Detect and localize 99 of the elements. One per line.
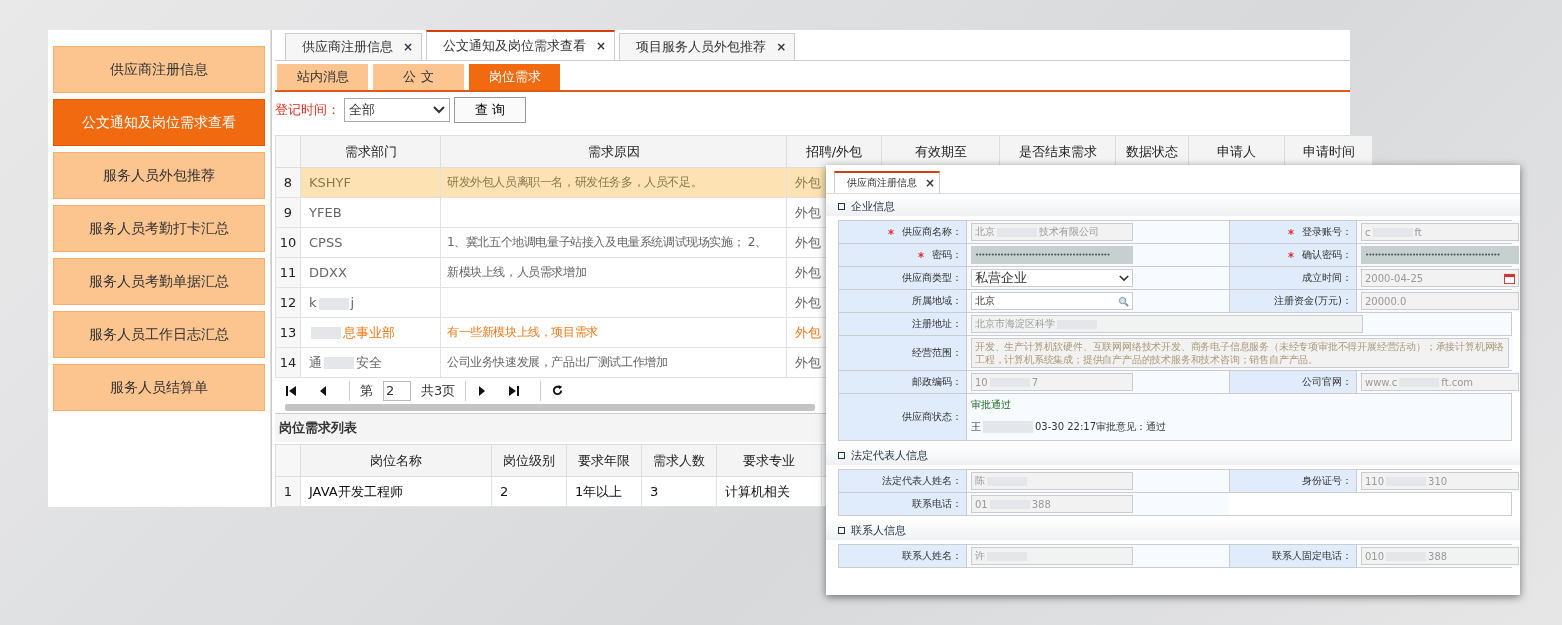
row-number: 11 [275, 257, 301, 288]
field-label: 确认密码： [1302, 248, 1352, 262]
query-button[interactable]: 查 询 [454, 97, 526, 124]
table-cell: 有一些新模块上线，项目需求 [440, 317, 787, 348]
table-cell: 新模块上线，人员需求增加 [440, 257, 787, 288]
field-label: 联系人姓名： [902, 549, 962, 563]
field-label: 供应商状态： [902, 410, 962, 424]
field-label: 邮政编码： [912, 375, 962, 389]
field-label: 供应商名称： [902, 225, 962, 239]
tab[interactable]: 项目服务人员外包推荐 × [619, 33, 796, 60]
table-cell: 通 安全 [300, 347, 441, 378]
close-icon[interactable]: × [925, 176, 936, 190]
page-input[interactable]: 2 [383, 380, 411, 401]
table-cell: 公司业务快速发展，产品出厂测试工作增加 [440, 347, 787, 378]
filter-label: 登记时间： [275, 101, 340, 120]
field-label: 注册资金(万元)： [1274, 294, 1352, 308]
refresh-icon[interactable] [551, 384, 565, 398]
search-icon[interactable] [1118, 295, 1129, 307]
table-cell: JAVA开发工程师 [300, 476, 492, 507]
page-total: 共3页 [421, 381, 456, 400]
row-number: 8 [275, 167, 301, 198]
section-title: 联系人信息 [851, 522, 906, 538]
column-header: 要求专业 [716, 444, 822, 477]
column-header: 需求原因 [440, 135, 787, 168]
sidebar-item[interactable]: 服务人员考勤打卡汇总 [53, 205, 265, 252]
field-label: 成立时间： [1302, 271, 1352, 285]
column-header: 招聘/外包 [786, 135, 882, 168]
page-label: 第 [360, 381, 373, 400]
close-icon[interactable]: × [596, 39, 607, 53]
column-header: 有效期至 [881, 135, 1000, 168]
required-icon [888, 229, 894, 235]
field-label: 登录账号： [1302, 225, 1352, 239]
sub-tab[interactable]: 站内消息 [277, 64, 368, 90]
field-label: 公司官网： [1302, 375, 1352, 389]
column-header: 需求部门 [300, 135, 441, 168]
chevron-down-icon [1119, 274, 1129, 282]
column-header: 数据状态 [1115, 135, 1189, 168]
sidebar-item[interactable]: 供应商注册信息 [53, 46, 265, 93]
tab[interactable]: 公文通知及岗位需求查看 × [426, 30, 616, 60]
field-label: 供应商类型： [902, 271, 962, 285]
column-header: 要求年限 [566, 444, 642, 477]
column-header: 是否结束需求 [999, 135, 1116, 168]
input-field[interactable]: 北京 [971, 292, 1133, 310]
square-bullet-icon [838, 451, 845, 459]
table-cell: 计算机相关 [716, 476, 822, 507]
field-label: 联系电话： [912, 497, 962, 511]
square-bullet-icon [838, 202, 845, 210]
table-cell: 3 [641, 476, 717, 507]
input-field[interactable]: 私营企业 [971, 269, 1133, 287]
field-label: 联系人固定电话： [1272, 549, 1352, 563]
field-label: 经营范围： [912, 346, 962, 360]
table-cell: 研发外包人员离职一名，研发任务多，人员不足。 [440, 167, 787, 198]
table-cell: KSHYF [300, 167, 441, 198]
table-cell: YFEB [300, 197, 441, 228]
column-header: 需求人数 [641, 444, 717, 477]
sidebar-item[interactable]: 服务人员结算单 [53, 364, 265, 411]
required-icon [918, 252, 924, 258]
chevron-down-icon [433, 106, 445, 115]
field-label: 身份证号： [1302, 474, 1352, 488]
close-icon[interactable]: × [403, 40, 414, 54]
tab[interactable]: 供应商注册信息 × [834, 171, 941, 193]
table-cell: CPSS [300, 227, 441, 258]
table-cell: 1、冀北五个地调电量子站接入及电量系统调试现场实施； 2、 [440, 227, 787, 258]
close-icon[interactable]: × [776, 40, 787, 54]
scrollbar[interactable] [285, 403, 815, 412]
required-icon [1288, 229, 1294, 235]
table-cell: DDXX [300, 257, 441, 288]
column-header: 申请时间 [1284, 135, 1373, 168]
field-label: 密码： [932, 248, 962, 262]
row-number: 10 [275, 227, 301, 258]
field-label: 法定代表人姓名： [882, 474, 962, 488]
sidebar-item[interactable]: 服务人员外包推荐 [53, 152, 265, 199]
tab[interactable]: 供应商注册信息 × [285, 33, 423, 60]
row-number: 14 [275, 347, 301, 378]
field-label: 所属地域： [912, 294, 962, 308]
field-label: 注册地址： [912, 317, 962, 331]
time-select[interactable]: 全部 [344, 98, 450, 123]
section-title: 法定代表人信息 [851, 447, 928, 463]
table-cell: 息事业部 [300, 317, 441, 348]
required-icon [1288, 252, 1294, 258]
status-text: 审批通过 [971, 398, 1012, 412]
column-header: 岗位名称 [300, 444, 492, 477]
table-cell: k j [300, 287, 441, 318]
last-page-icon[interactable] [508, 384, 521, 397]
square-bullet-icon [838, 526, 845, 534]
first-page-icon[interactable] [285, 384, 297, 397]
sidebar-item[interactable]: 服务人员考勤单据汇总 [53, 258, 265, 305]
table-cell: 2 [491, 476, 567, 507]
row-number: 12 [275, 287, 301, 318]
row-number: 13 [275, 317, 301, 348]
calendar-icon[interactable] [1504, 272, 1515, 284]
row-number: 1 [275, 476, 301, 507]
table-cell: 1年以上 [566, 476, 642, 507]
row-number: 9 [275, 197, 301, 228]
approval-note: 王 03-30 22:17审批意见：通过 [971, 420, 1167, 434]
sub-tab[interactable]: 公 文 [373, 64, 464, 90]
sidebar-item[interactable]: 服务人员工作日志汇总 [53, 311, 265, 358]
column-header: 申请人 [1188, 135, 1285, 168]
column-header: 岗位级别 [491, 444, 567, 477]
